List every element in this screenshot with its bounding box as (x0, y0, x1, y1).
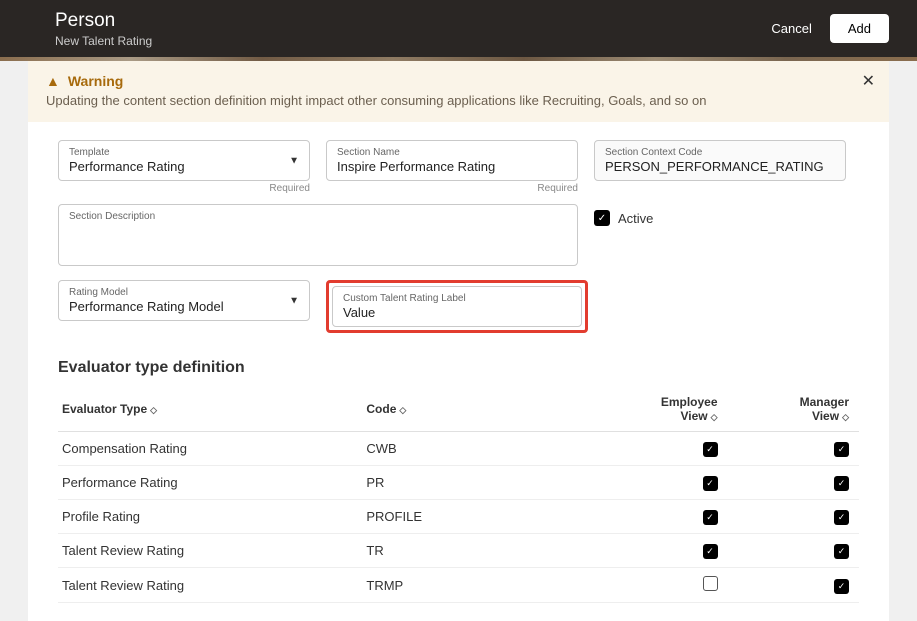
sort-icon: ◇ (842, 412, 849, 422)
cell-employee-view: ✓ (619, 466, 758, 500)
page-subtitle: New Talent Rating (55, 34, 152, 48)
rating-model-select[interactable]: Rating Model Performance Rating Model ▼ (58, 280, 310, 321)
page-header: Person New Talent Rating Cancel Add (0, 0, 917, 57)
field-label: Rating Model (69, 287, 279, 298)
field-label: Section Context Code (605, 147, 835, 158)
sort-icon: ◇ (711, 412, 718, 422)
table-row: Compensation RatingCWB ✓ ✓ (58, 432, 859, 466)
table-row: Talent Review RatingTRMP ✓ (58, 568, 859, 603)
highlighted-field: Custom Talent Rating Label Value (326, 280, 588, 333)
cell-employee-view (619, 568, 758, 603)
field-value: Inspire Performance Rating (337, 159, 567, 174)
table-row: Talent Review RatingTR ✓ ✓ (58, 534, 859, 568)
checkbox-checked-icon[interactable]: ✓ (834, 476, 849, 491)
cell-employee-view: ✓ (619, 500, 758, 534)
active-checkbox[interactable]: ✓ Active (594, 210, 653, 226)
cell-manager-view: ✓ (758, 568, 859, 603)
section-context-code: Section Context Code PERSON_PERFORMANCE_… (594, 140, 846, 181)
cell-employee-view: ✓ (619, 534, 758, 568)
cell-code: TRMP (362, 568, 618, 603)
column-header-type[interactable]: Evaluator Type◇ (58, 387, 362, 432)
cell-code: TR (362, 534, 618, 568)
table-row: Performance RatingPR ✓ ✓ (58, 466, 859, 500)
warning-title: Warning (68, 73, 123, 89)
modal-panel: ▲ Warning Updating the content section d… (28, 61, 889, 621)
checkbox-checked-icon[interactable]: ✓ (834, 579, 849, 594)
cell-type: Talent Review Rating (58, 568, 362, 603)
table-row: Profile RatingPROFILE ✓ ✓ (58, 500, 859, 534)
field-value: Performance Rating (69, 159, 279, 174)
warning-banner: ▲ Warning Updating the content section d… (28, 61, 889, 122)
chevron-down-icon: ▼ (289, 155, 299, 166)
template-select[interactable]: Template Performance Rating ▼ (58, 140, 310, 181)
warning-message: Updating the content section definition … (46, 93, 871, 108)
cancel-button[interactable]: Cancel (771, 21, 811, 36)
checkmark-icon: ✓ (594, 210, 610, 226)
field-label: Custom Talent Rating Label (343, 293, 571, 304)
warning-icon: ▲ (46, 73, 60, 89)
evaluator-table: Evaluator Type◇ Code◇ Employee View◇ Man… (58, 387, 859, 603)
cell-manager-view: ✓ (758, 466, 859, 500)
cell-type: Performance Rating (58, 466, 362, 500)
required-label: Required (58, 183, 310, 194)
checkbox-empty-icon[interactable] (703, 576, 718, 591)
checkbox-checked-icon[interactable]: ✓ (703, 510, 718, 525)
section-description-input[interactable]: Section Description (58, 204, 578, 266)
checkbox-checked-icon[interactable]: ✓ (834, 544, 849, 559)
cell-manager-view: ✓ (758, 534, 859, 568)
cell-type: Compensation Rating (58, 432, 362, 466)
chevron-down-icon: ▼ (289, 295, 299, 306)
column-header-employee-view[interactable]: Employee View◇ (619, 387, 758, 432)
column-header-code[interactable]: Code◇ (362, 387, 618, 432)
custom-talent-rating-label-input[interactable]: Custom Talent Rating Label Value (332, 286, 582, 327)
sort-icon: ◇ (399, 405, 406, 415)
close-icon[interactable]: ✕ (862, 71, 875, 91)
cell-code: CWB (362, 432, 618, 466)
cell-type: Talent Review Rating (58, 534, 362, 568)
field-value: Performance Rating Model (69, 299, 279, 314)
add-button[interactable]: Add (830, 14, 889, 43)
checkbox-checked-icon[interactable]: ✓ (703, 544, 718, 559)
header-actions: Cancel Add (771, 14, 889, 43)
cell-code: PR (362, 466, 618, 500)
cell-manager-view: ✓ (758, 432, 859, 466)
field-label: Template (69, 147, 279, 158)
evaluator-section-heading: Evaluator type definition (58, 359, 859, 377)
cell-manager-view: ✓ (758, 500, 859, 534)
header-title-block: Person New Talent Rating (55, 10, 152, 48)
checkbox-checked-icon[interactable]: ✓ (834, 510, 849, 525)
section-name-input[interactable]: Section Name Inspire Performance Rating (326, 140, 578, 181)
sort-icon: ◇ (150, 405, 157, 415)
checkbox-checked-icon[interactable]: ✓ (703, 442, 718, 457)
required-label: Required (326, 183, 578, 194)
page-title: Person (55, 10, 152, 32)
active-label: Active (618, 211, 653, 226)
cell-employee-view: ✓ (619, 432, 758, 466)
field-label: Section Name (337, 147, 567, 158)
cell-type: Profile Rating (58, 500, 362, 534)
form-body: Template Performance Rating ▼ Required S… (28, 122, 889, 621)
field-value: PERSON_PERFORMANCE_RATING (605, 159, 835, 174)
checkbox-checked-icon[interactable]: ✓ (703, 476, 718, 491)
field-value: Value (343, 305, 571, 320)
cell-code: PROFILE (362, 500, 618, 534)
checkbox-checked-icon[interactable]: ✓ (834, 442, 849, 457)
column-header-manager-view[interactable]: Manager View◇ (758, 387, 859, 432)
field-label: Section Description (69, 211, 567, 222)
